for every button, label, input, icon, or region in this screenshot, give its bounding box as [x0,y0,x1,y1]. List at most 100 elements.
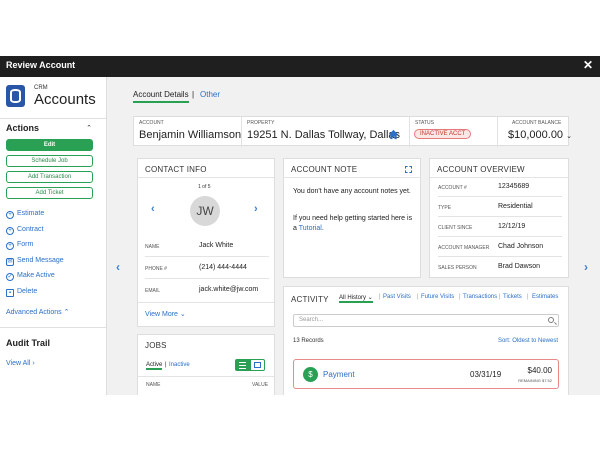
activity-search-input[interactable]: Search... [293,314,559,327]
avatar: JW [190,196,220,226]
tab-estimates[interactable]: Estimates [532,294,558,300]
account-name: Benjamin Williamson [139,129,242,141]
schedule-job-button[interactable]: Schedule Job [6,155,93,167]
contact-name: Jack White [199,242,234,249]
next-page-arrow-icon[interactable]: › [584,260,588,274]
contact-email: jack.white@jw.com [199,286,259,293]
tab-account-details[interactable]: Account Details [133,90,189,103]
edit-button[interactable]: Edit [6,139,93,151]
tab-tickets[interactable]: Tickets [503,294,522,300]
prev-page-arrow-icon[interactable]: ‹ [116,260,120,274]
jobs-active-tab[interactable]: Active [146,362,163,370]
status-label: STATUS [415,120,434,126]
jobs-inactive-tab[interactable]: Inactive [169,362,190,368]
tab-separator: | [459,294,461,300]
overview-value: Residential [498,203,533,210]
expand-icon[interactable] [405,166,412,173]
actions-heading: Actions [6,123,40,133]
divider [0,327,106,328]
plus-icon: + [6,227,14,235]
delete-link[interactable]: ▪ Delete [6,288,37,298]
records-count: 13 Records [293,338,324,344]
advanced-actions-link[interactable]: Advanced Actions ⌃ [6,308,69,318]
prev-contact-icon[interactable]: ‹ [151,203,155,215]
add-transaction-button[interactable]: Add Transaction [6,171,93,183]
overview-value: 12345689 [498,183,530,190]
tab-separator: | [417,294,419,300]
account-note-card: ACCOUNT NOTE You don't have any account … [283,158,421,278]
chevron-down-icon[interactable]: ⌄ [566,133,572,140]
check-icon: ✓ [6,273,14,281]
list-view-icon[interactable] [235,359,250,371]
tab-past-visits[interactable]: Past Visits [383,294,411,300]
trash-icon: ▪ [6,289,14,297]
estimate-label: Estimate [17,210,45,217]
divider [438,216,562,217]
tab-separator: | [527,294,529,300]
title-bar: Review Account ✕ [0,56,600,77]
add-ticket-button[interactable]: Add Ticket [6,187,93,199]
property-address: 19251 N. Dallas Tollway, Dallas [247,129,401,141]
chevron-down-icon: ⌄ [367,295,373,301]
account-label: ACCOUNT [139,120,164,126]
divider [430,177,568,178]
account-cell: ACCOUNT Benjamin Williamson [134,117,242,147]
account-overview-card: ACCOUNT OVERVIEW ACCOUNT # 12345689 TYPE… [429,158,569,278]
app-name: Accounts [34,91,96,108]
search-icon[interactable] [548,317,554,323]
tab-separator: | [379,294,381,300]
overview-value: Brad Dawson [498,263,541,270]
jobs-col-value: VALUE [252,382,269,388]
contact-info-title: CONTACT INFO [145,165,207,174]
tab-all-history[interactable]: All History ⌄ [339,294,373,303]
message-icon: ✉ [6,258,14,266]
divider [438,236,562,237]
advanced-actions-label: Advanced Actions [6,309,62,316]
help-suffix: . [321,225,324,232]
send-message-link[interactable]: ✉ Send Message [6,257,64,267]
home-icon[interactable] [388,129,399,140]
form-label: Form [17,241,34,248]
contract-link[interactable]: + Contract [6,226,43,236]
estimate-link[interactable]: + Estimate [6,210,44,220]
tab-transactions[interactable]: Transactions [463,294,497,300]
audit-trail-heading: Audit Trail [6,338,51,348]
balance-value: $10,000.00 ⌄ [508,129,572,141]
sort-dropdown[interactable]: Sort: Oldest to Newest [498,338,558,344]
plus-icon: + [6,242,14,250]
next-contact-icon[interactable]: › [254,203,258,215]
note-help-text: If you need help getting started here is… [293,214,417,234]
name-label: NAME [145,244,160,250]
review-account-window: Review Account ✕ CRM Accounts Actions ⌃ … [0,56,600,395]
tab-all-history-label: All History [339,295,367,301]
view-all-link[interactable]: View All › [6,360,35,370]
overview-label: ACCOUNT # [438,185,467,191]
database-icon [6,85,25,107]
make-active-link[interactable]: ✓ Make Active [6,272,55,282]
contact-phone: (214) 444-4444 [199,264,247,271]
status-badge: INACTIVE ACCT [414,129,472,139]
chevron-up-icon[interactable]: ⌃ [86,124,92,132]
tab-other[interactable]: Other [200,90,220,99]
divider [284,177,420,178]
chevron-down-icon: ⌄ [179,311,186,318]
calendar-view-icon[interactable] [250,359,265,371]
tutorial-link[interactable]: Tutorial [299,225,322,232]
close-icon[interactable]: ✕ [583,58,593,72]
payment-type: Payment [323,370,355,379]
activity-title: ACTIVITY [291,295,329,304]
contact-info-card: CONTACT INFO 1 of 5 ‹ JW › NAME Jack Whi… [137,158,275,327]
tab-future-visits[interactable]: Future Visits [421,294,454,300]
delete-label: Delete [17,288,38,295]
status-cell: STATUS INACTIVE ACCT [410,117,498,147]
payment-list-item[interactable]: $ Payment 03/31/19 $40.00 REMAINING $7.5… [293,359,559,389]
jobs-col-name: NAME [146,382,161,388]
payment-amount: $40.00 [527,366,552,375]
form-link[interactable]: + Form [6,241,33,251]
view-more-link[interactable]: View More ⌄ [145,310,186,320]
note-empty-text: You don't have any account notes yet. [293,188,411,195]
divider [145,278,269,279]
send-message-label: Send Message [17,257,64,264]
sidebar: CRM Accounts Actions ⌃ Edit Schedule Job… [0,77,107,395]
view-all-label: View All [6,360,31,367]
